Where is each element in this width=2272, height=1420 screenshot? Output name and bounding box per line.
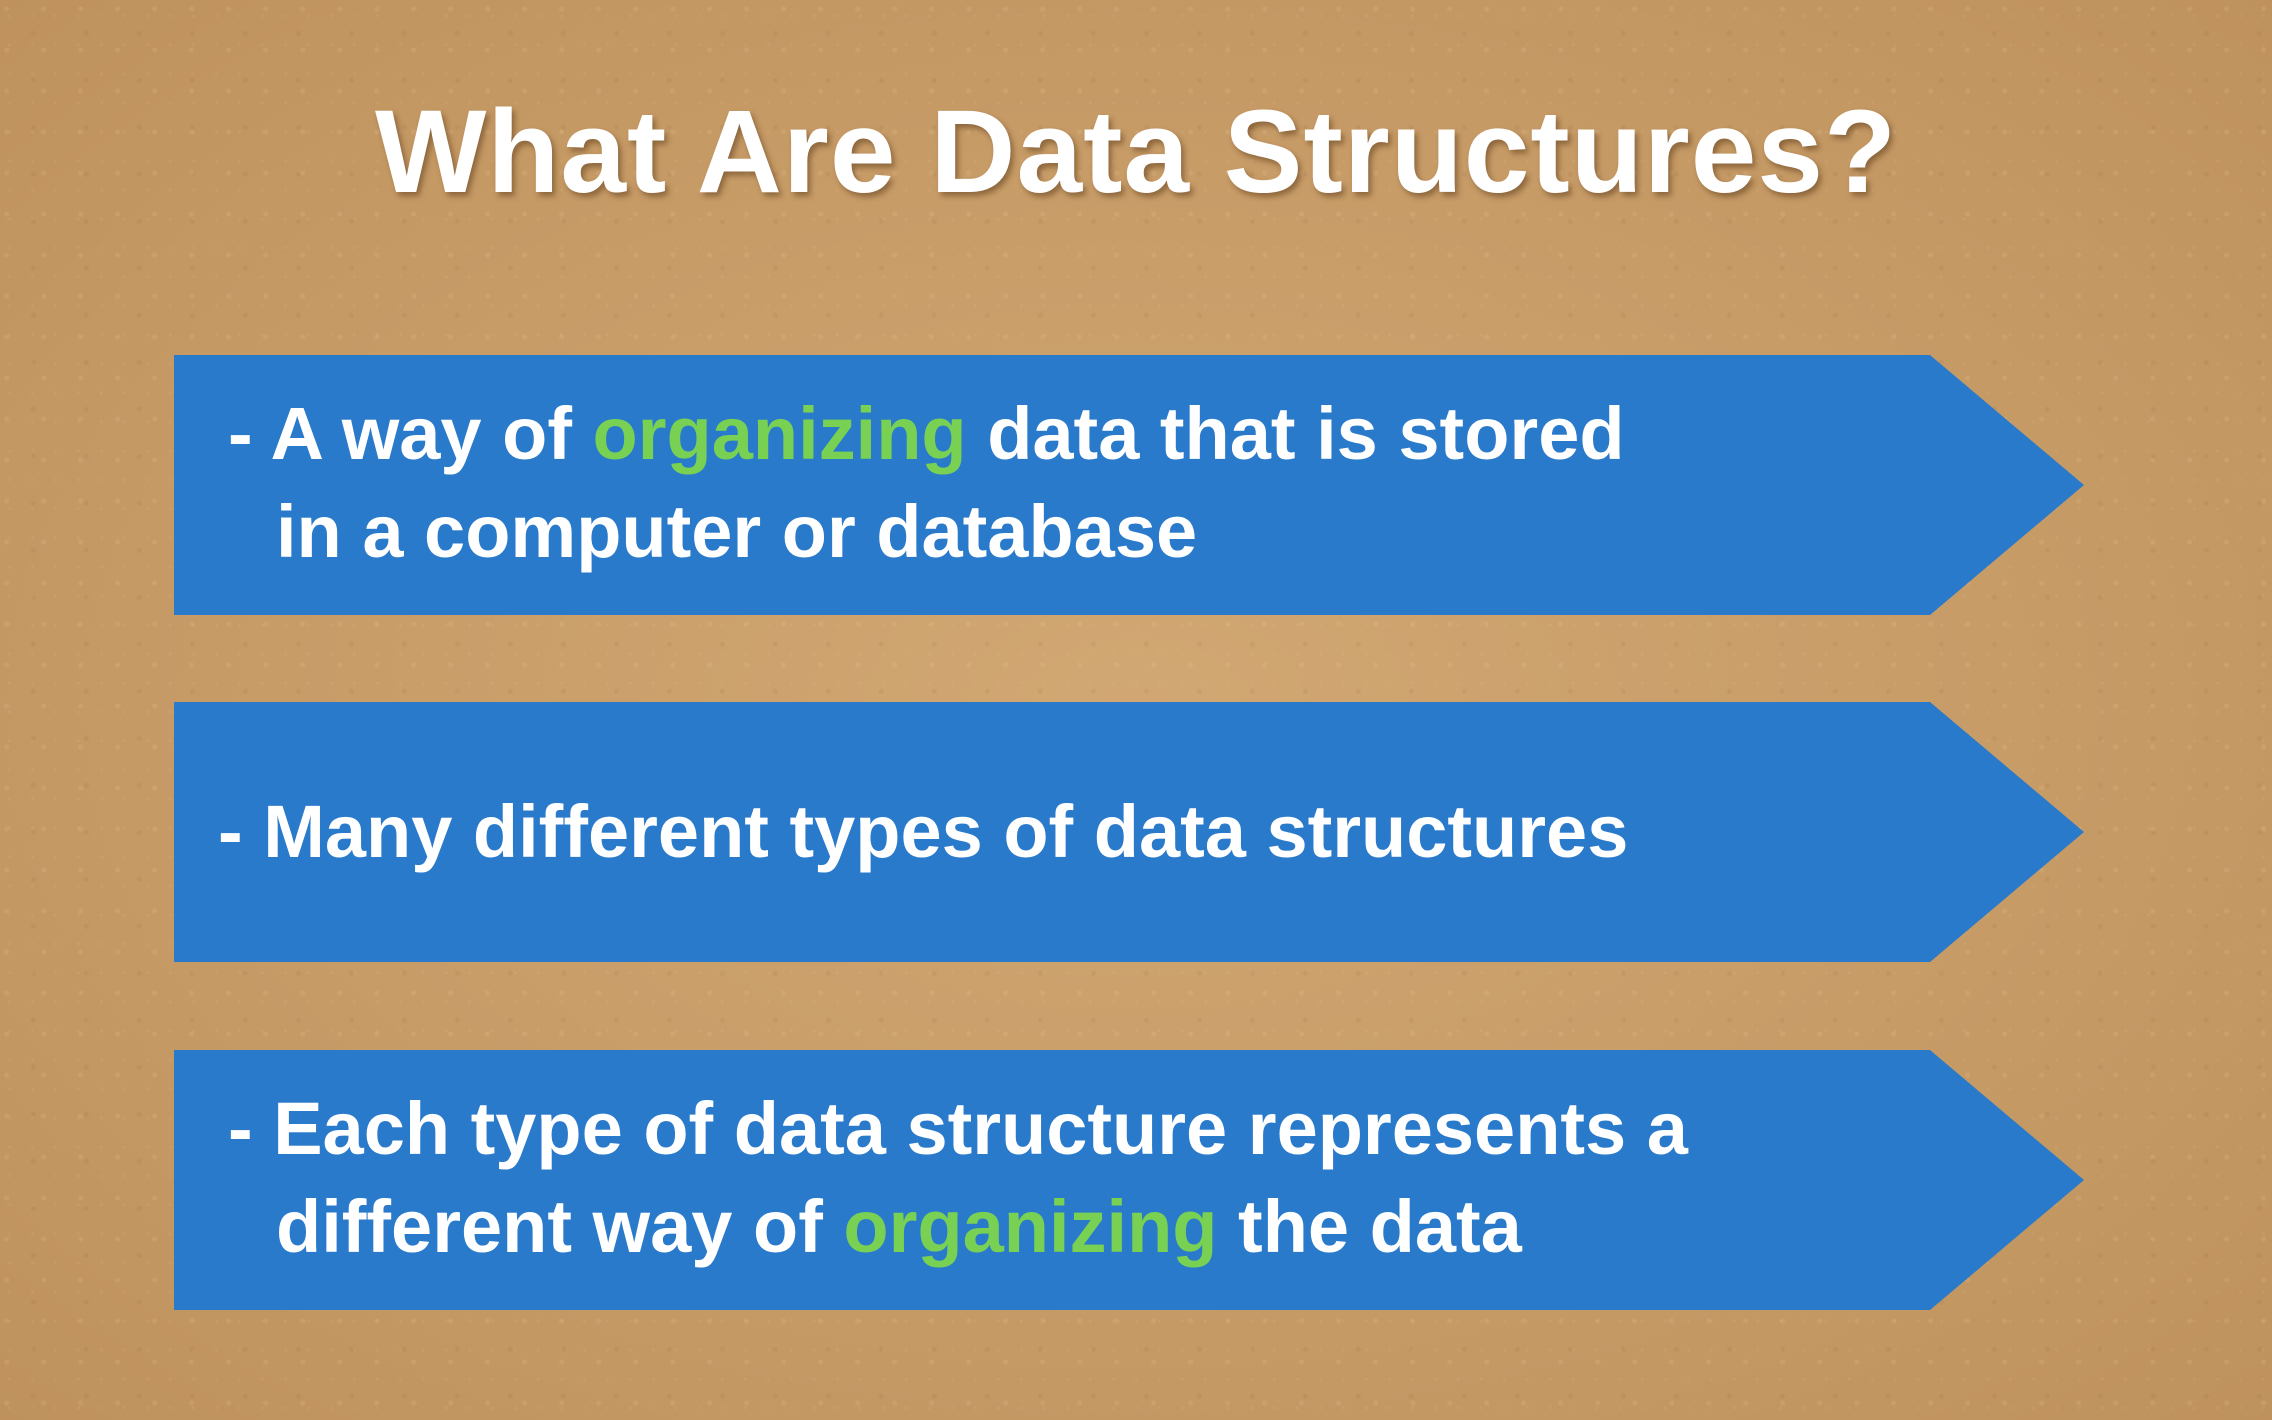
point-3-highlight-word: organizing (843, 1185, 1218, 1268)
slide-title: What Are Data Structures? (374, 86, 1898, 218)
point-arrow-3: - Each type of data structure represents… (174, 1050, 2084, 1310)
point-2-line-1: - Many different types of data structure… (218, 790, 1629, 873)
point-3-line-2-start: different way of (276, 1185, 844, 1268)
point-1-line-1-start: - A way of (228, 392, 593, 475)
point-arrow-1: - A way of organizing data that is store… (174, 355, 2084, 615)
point-text-2: - Many different types of data structure… (218, 783, 1628, 881)
point-text-3: - Each type of data structure represents… (228, 1080, 1688, 1276)
point-3-line-1: - Each type of data structure represents… (228, 1087, 1688, 1170)
point-1-line-1: - A way of organizing data that is store… (228, 385, 1625, 483)
point-1-highlight-word: organizing (592, 392, 967, 475)
point-arrow-2: - Many different types of data structure… (174, 702, 2084, 962)
point-text-1: - A way of organizing data that is store… (228, 385, 1625, 581)
point-1-line-2: in a computer or database (276, 490, 1198, 573)
point-1-line-1-end: data that is stored (966, 392, 1625, 475)
point-3-line-2-end: the data (1217, 1185, 1522, 1268)
point-3-line-2: different way of organizing the data (228, 1178, 1688, 1276)
slide: What Are Data Structures? - A way of org… (0, 0, 2272, 1420)
